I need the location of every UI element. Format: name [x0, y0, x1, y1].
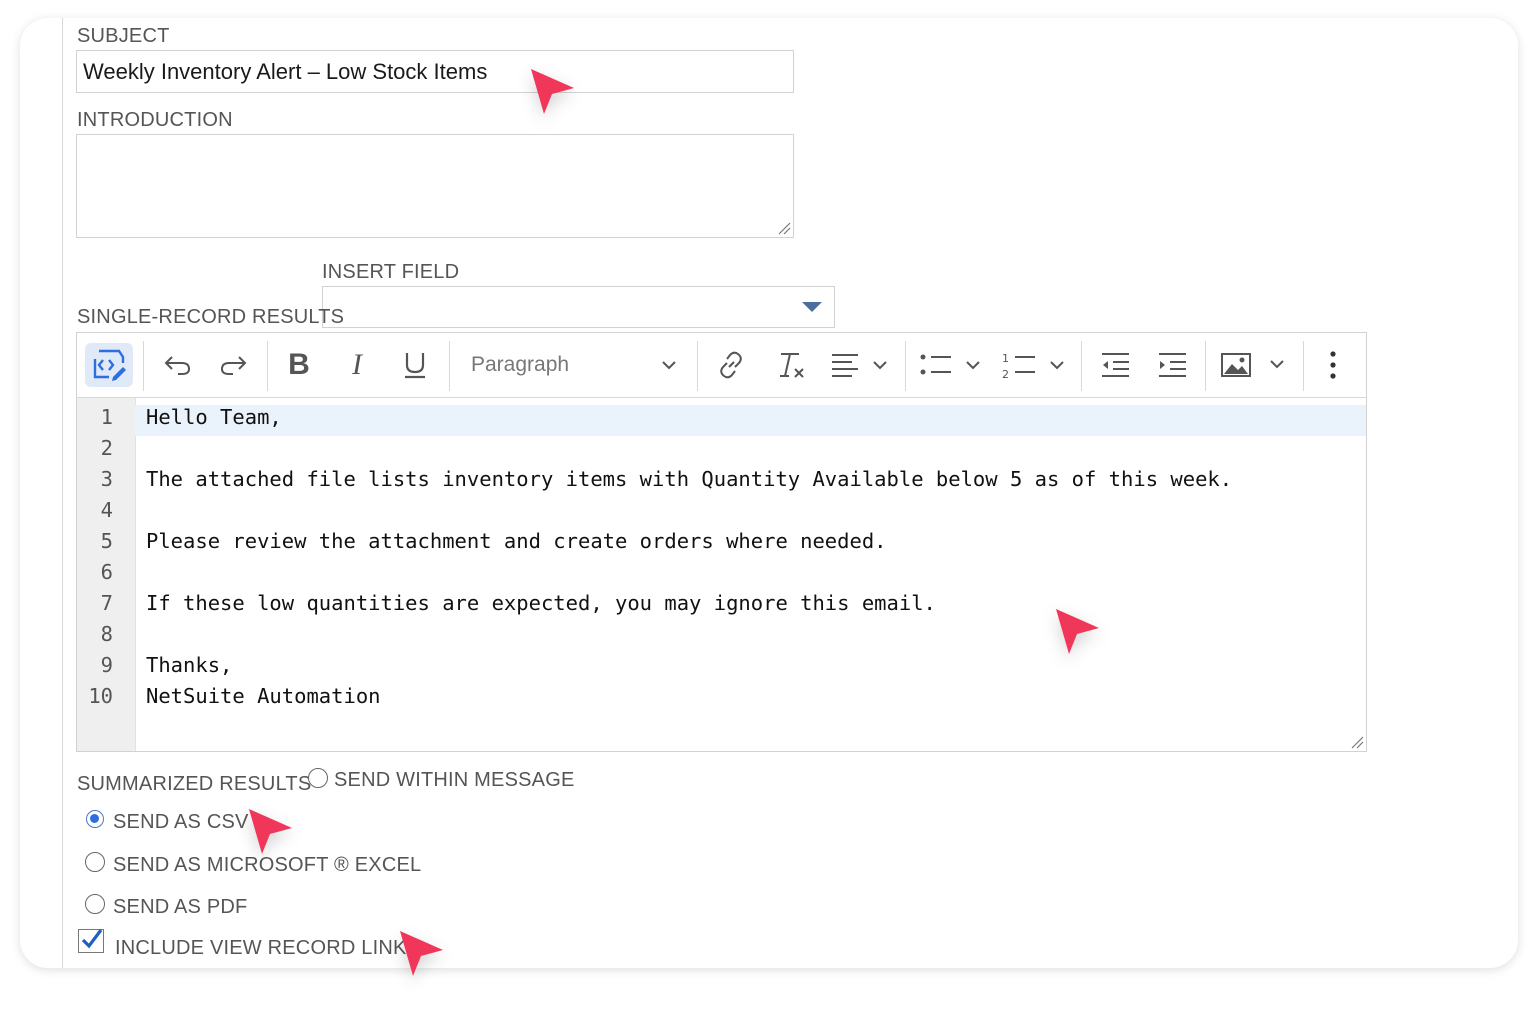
radio-send-within-message[interactable]: [308, 768, 328, 788]
svg-text:2: 2: [1002, 368, 1009, 380]
code-line: 6: [100, 560, 113, 584]
code-line: 8: [100, 622, 113, 646]
radio-send-as-pdf[interactable]: [85, 894, 105, 914]
pointer-cursor-icon: [249, 809, 292, 854]
editor-toolbar: B I Paragraph 1 2: [77, 333, 1366, 398]
pointer-cursor-icon: [400, 931, 443, 976]
resize-grip-icon[interactable]: [777, 221, 791, 235]
checkmark-icon: [81, 929, 103, 949]
radio-send-as-excel[interactable]: [85, 852, 105, 872]
pointer-cursor-icon: [1056, 609, 1099, 654]
bullet-list-icon[interactable]: [915, 343, 989, 387]
radio-send-as-csv[interactable]: [86, 810, 104, 828]
code-line: 7 If these low quantities are expected, y…: [100, 591, 936, 615]
code-view-icon[interactable]: [85, 343, 133, 387]
pointer-cursor-icon: [531, 69, 574, 114]
code-line: 3 The attached file lists inventory items…: [100, 467, 1233, 491]
code-line: 1 Hello Team,: [100, 405, 282, 429]
bold-icon[interactable]: B: [279, 343, 319, 387]
insert-field-select[interactable]: [322, 286, 835, 328]
introduction-textarea[interactable]: [76, 134, 794, 238]
code-line: 10 NetSuite Automation: [88, 684, 381, 708]
code-line: 2: [100, 436, 113, 460]
send-within-message-label[interactable]: SEND WITHIN MESSAGE: [334, 769, 575, 792]
undo-icon[interactable]: [157, 343, 197, 387]
include-view-record-link-checkbox[interactable]: [78, 929, 104, 953]
clear-format-icon[interactable]: [769, 343, 813, 387]
send-as-pdf-label[interactable]: SEND AS PDF: [113, 896, 247, 919]
paragraph-format-select[interactable]: Paragraph: [459, 343, 679, 387]
code-line: 4: [100, 498, 113, 522]
indent-icon[interactable]: [1150, 343, 1194, 387]
summarized-results-label: SUMMARIZED RESULTS: [77, 773, 312, 795]
code-line: 9 Thanks,: [100, 653, 233, 677]
outdent-icon[interactable]: [1093, 343, 1137, 387]
single-record-results-label: SINGLE-RECORD RESULTS: [77, 306, 345, 328]
align-icon[interactable]: [825, 343, 895, 387]
numbered-list-icon[interactable]: 12: [999, 343, 1073, 387]
chevron-down-icon: [662, 361, 676, 370]
code-line: 5 Please review the attachment and create…: [100, 529, 887, 553]
left-divider: [62, 18, 63, 968]
redo-icon[interactable]: [214, 343, 254, 387]
paragraph-select-label: Paragraph: [471, 353, 570, 376]
subject-input[interactable]: Weekly Inventory Alert – Low Stock Items: [76, 50, 794, 93]
link-icon[interactable]: [709, 343, 753, 387]
resize-grip-icon[interactable]: [1350, 735, 1364, 749]
rich-text-editor[interactable]: B I Paragraph 1 2 1 Hello Team, 2 3 The …: [76, 332, 1367, 752]
italic-icon[interactable]: I: [337, 343, 377, 387]
subject-label: SUBJECT: [77, 25, 170, 47]
form-card: SUBJECT Weekly Inventory Alert – Low Sto…: [20, 18, 1518, 968]
dropdown-arrow-icon: [802, 302, 822, 312]
include-view-record-link-label[interactable]: INCLUDE VIEW RECORD LINK: [115, 937, 407, 960]
more-icon[interactable]: [1315, 343, 1351, 387]
insert-field-label: INSERT FIELD: [322, 261, 460, 283]
underline-icon[interactable]: [395, 343, 435, 387]
svg-text:1: 1: [1002, 352, 1009, 365]
introduction-label: INTRODUCTION: [77, 109, 233, 131]
send-as-csv-label[interactable]: SEND AS CSV: [113, 811, 249, 834]
image-icon[interactable]: [1217, 343, 1297, 387]
